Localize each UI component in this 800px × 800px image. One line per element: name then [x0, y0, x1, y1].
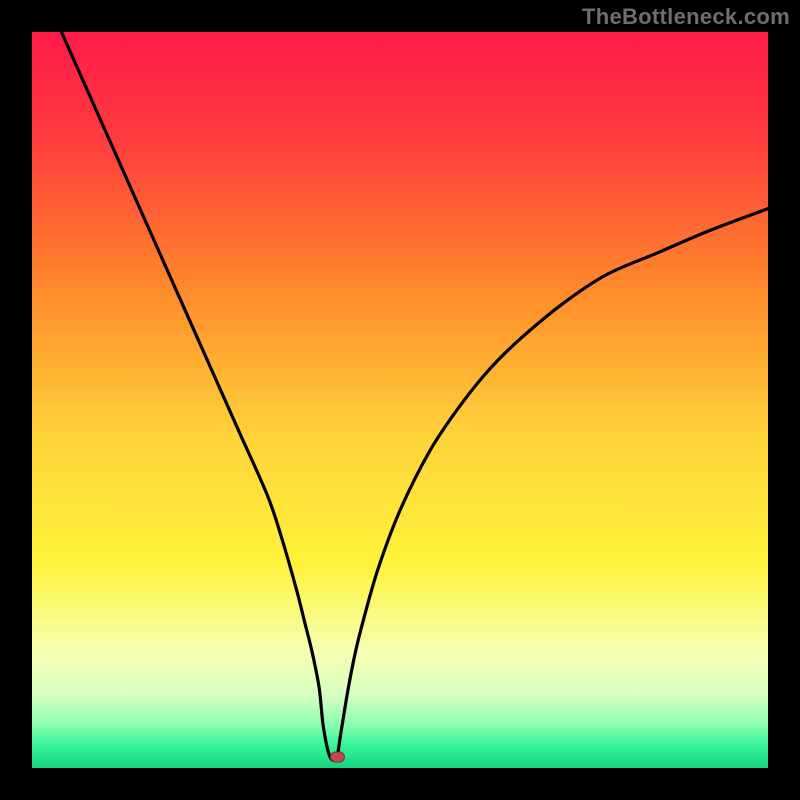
gradient-background	[32, 32, 768, 768]
watermark-text: TheBottleneck.com	[582, 4, 790, 30]
optimal-point-marker	[330, 752, 344, 762]
plot-area	[32, 32, 768, 768]
chart-frame: TheBottleneck.com	[0, 0, 800, 800]
plot-svg	[32, 32, 768, 768]
